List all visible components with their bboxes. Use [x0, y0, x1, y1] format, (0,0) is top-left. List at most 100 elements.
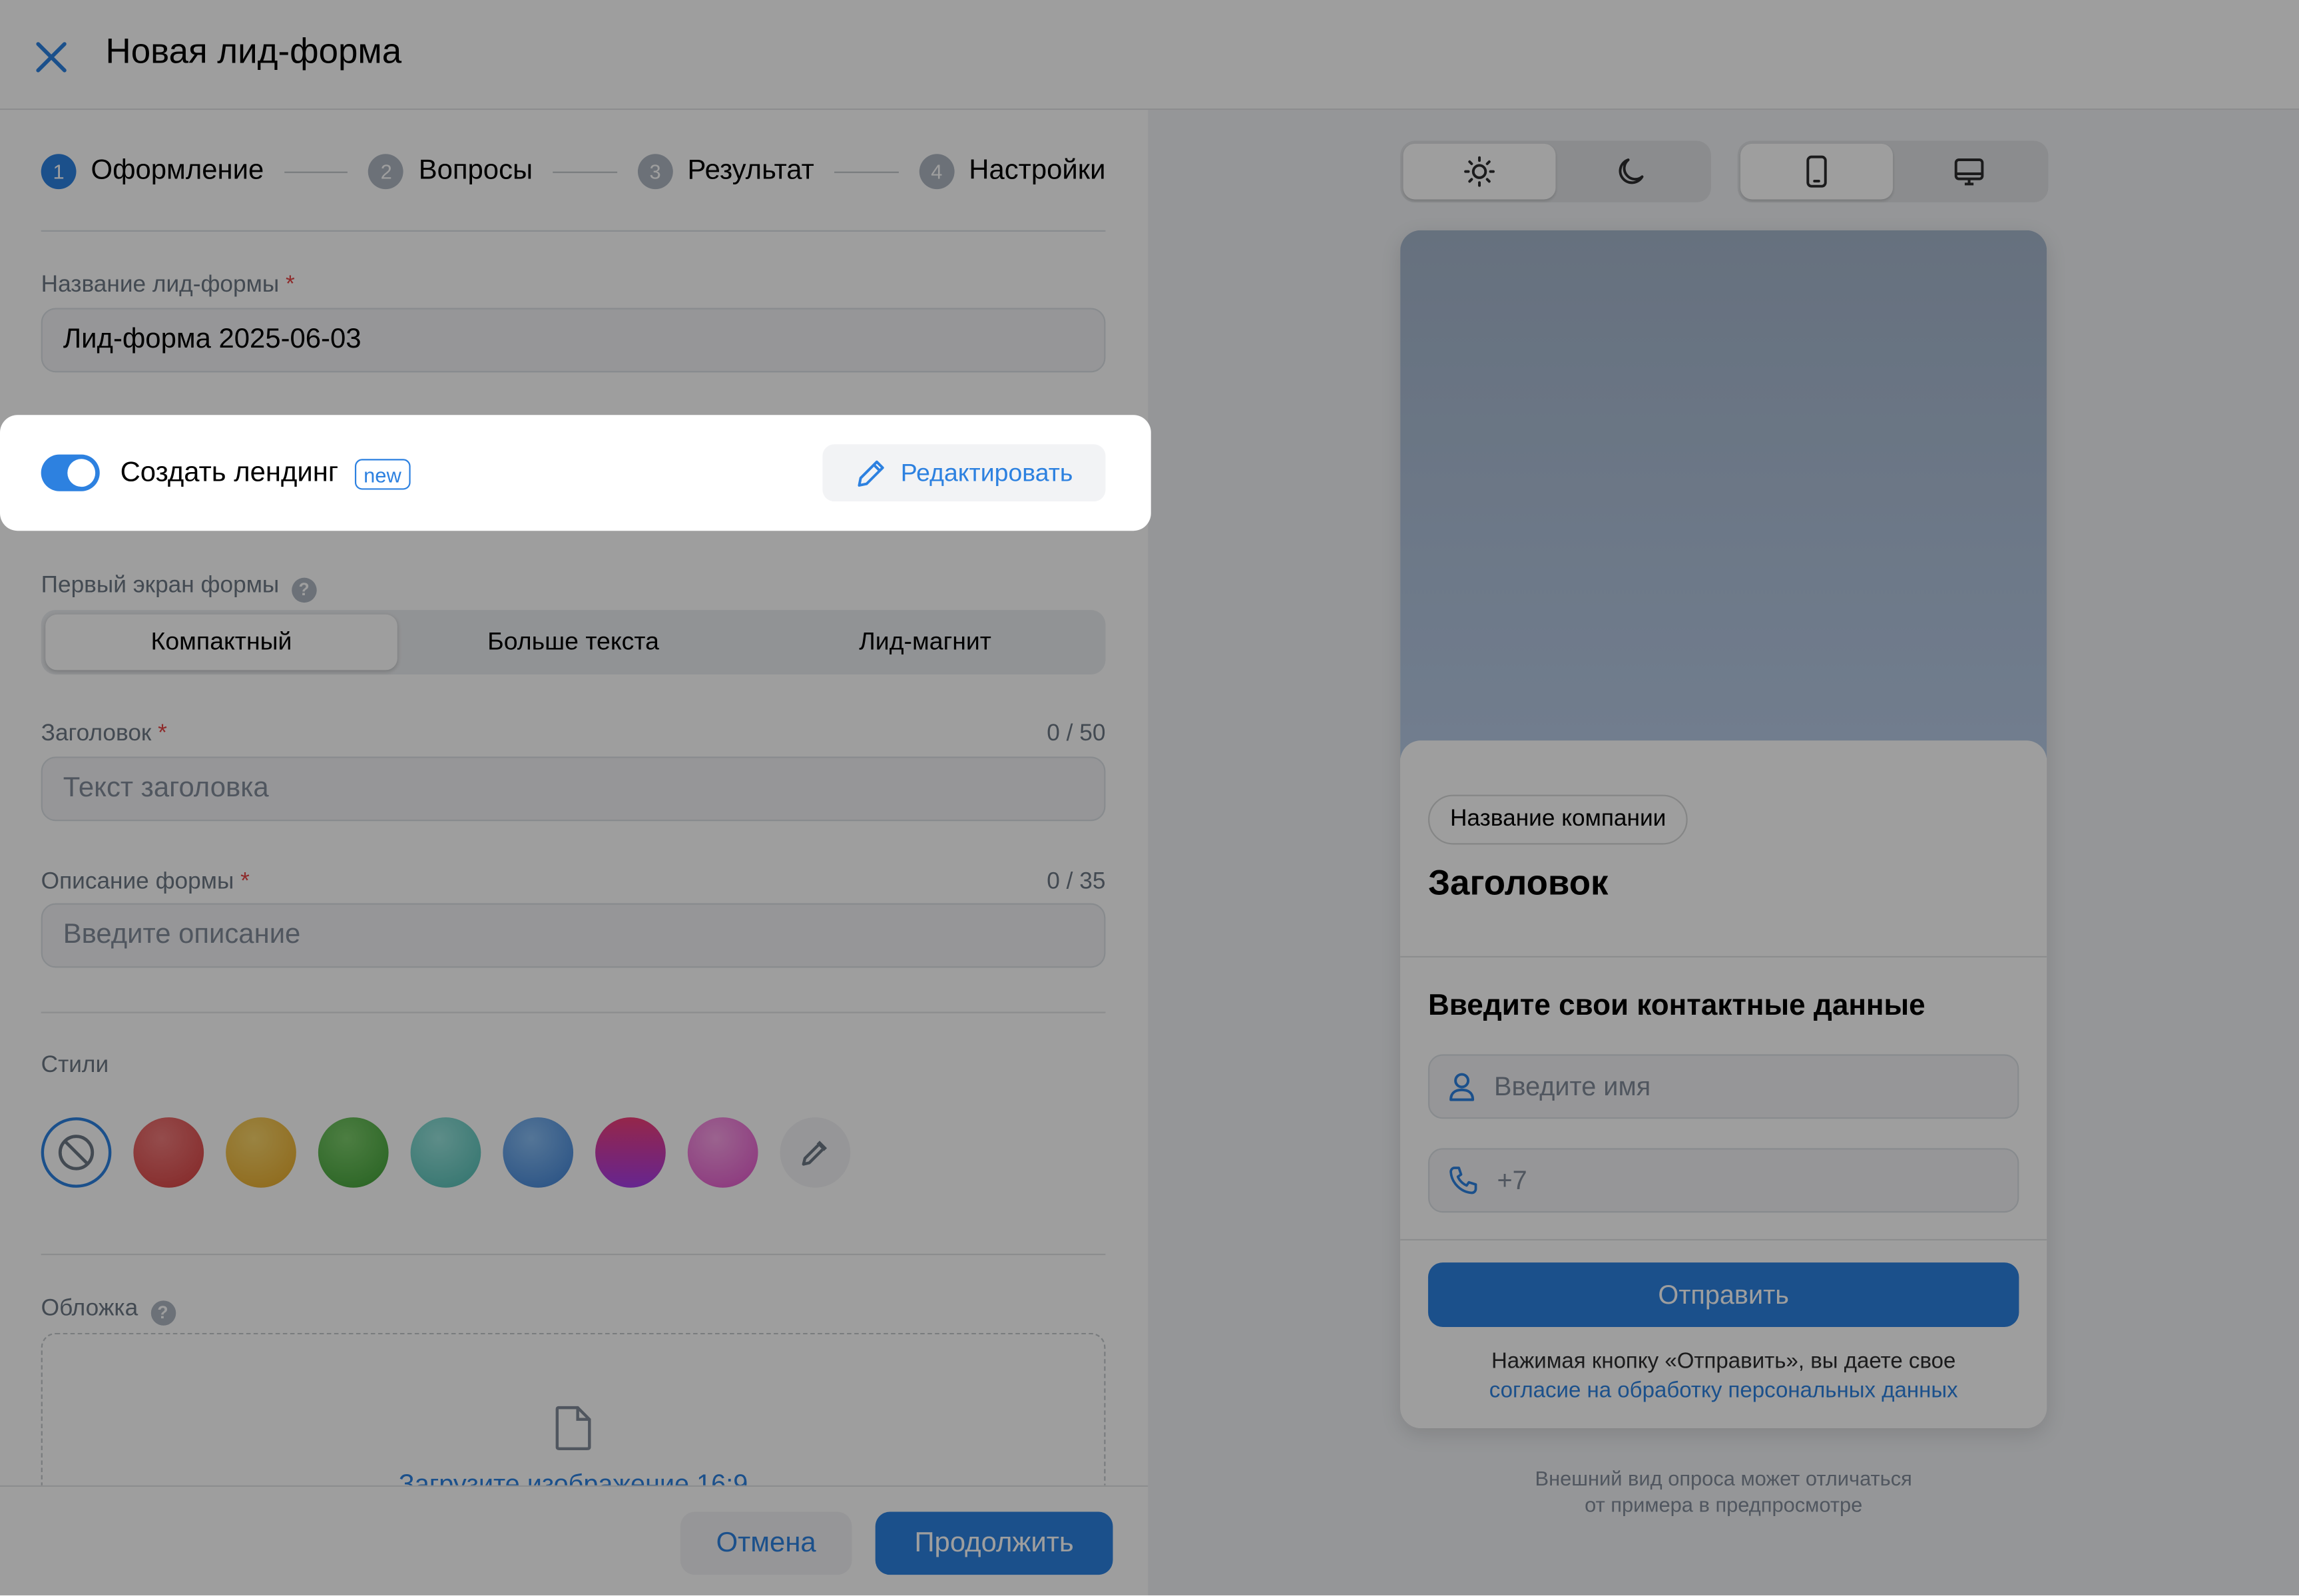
user-icon — [1449, 1073, 1475, 1101]
landing-toggle[interactable] — [41, 454, 100, 491]
option-lead-magnet[interactable]: Лид-магнит — [749, 615, 1101, 670]
moon-icon — [1619, 158, 1644, 184]
label-text: Обложка — [41, 1296, 138, 1322]
label-text: Описание формы — [41, 869, 234, 895]
swatch-pink[interactable] — [687, 1117, 758, 1188]
styles-label: Стили — [41, 1053, 109, 1078]
help-icon[interactable]: ? — [291, 577, 317, 603]
swatch-teal[interactable] — [410, 1117, 481, 1188]
theme-switch — [1400, 140, 1711, 202]
form-panel: 1 Оформление 2 Вопросы 3 Результат 4 Нас… — [0, 110, 1149, 1595]
cover-label: Обложка ? — [41, 1296, 176, 1326]
swatch-green[interactable] — [318, 1117, 389, 1188]
heading-input[interactable]: Текст заголовка — [41, 756, 1106, 822]
help-icon[interactable]: ? — [150, 1300, 176, 1326]
toggle-knob — [67, 459, 96, 487]
note-line: от примера в предпросмотре — [1585, 1492, 1863, 1517]
company-name-chip: Название компании — [1427, 794, 1688, 845]
name-field[interactable]: Введите имя — [1427, 1054, 2019, 1119]
preview-cover — [1400, 230, 2047, 758]
step-connector — [553, 170, 617, 172]
eyedropper-icon — [802, 1141, 828, 1166]
close-icon[interactable] — [32, 38, 70, 76]
step-questions[interactable]: 2 Вопросы — [368, 154, 533, 190]
edit-label: Редактировать — [900, 458, 1073, 487]
preview-title: Заголовок — [1427, 864, 1609, 904]
step-label: Результат — [687, 155, 814, 186]
consent-line: Нажимая кнопку «Отправить», вы даете сво… — [1491, 1349, 1956, 1374]
required-mark: * — [285, 272, 295, 298]
consent-link[interactable]: согласие на обработку персональных данны… — [1428, 1377, 2019, 1406]
desktop-view-button[interactable] — [1893, 144, 2045, 200]
step-settings[interactable]: 4 Настройки — [919, 154, 1105, 190]
stepper: 1 Оформление 2 Вопросы 3 Результат 4 Нас… — [41, 154, 1105, 190]
step-number: 4 — [919, 154, 955, 190]
swatch-yellow[interactable] — [226, 1117, 296, 1188]
step-number: 2 — [368, 154, 404, 190]
required-mark: * — [158, 721, 167, 746]
divider — [41, 1011, 1106, 1013]
continue-button[interactable]: Продолжить — [875, 1511, 1113, 1575]
sun-icon — [1464, 156, 1495, 187]
cancel-button[interactable]: Отмена — [680, 1511, 852, 1575]
desktop-icon — [1954, 158, 1984, 186]
phone-call-icon — [1449, 1167, 1477, 1195]
no-style-icon — [58, 1135, 95, 1171]
option-compact[interactable]: Компактный — [45, 614, 397, 670]
phone-placeholder: +7 — [1497, 1165, 1527, 1195]
swatch-none[interactable] — [41, 1117, 112, 1188]
label-text: Первый экран формы — [41, 573, 280, 599]
file-icon — [555, 1406, 591, 1450]
description-counter: 0 / 35 — [1047, 869, 1106, 895]
contact-title: Введите свои контактные данные — [1427, 989, 1925, 1022]
divider — [41, 230, 1106, 232]
edit-landing-button[interactable]: Редактировать — [822, 444, 1106, 502]
form-name-label: Название лид-формы * — [41, 273, 295, 300]
step-connector — [284, 170, 348, 172]
device-switch — [1737, 140, 2049, 202]
page-title: Новая лид-форма — [105, 32, 402, 72]
consent-text: Нажимая кнопку «Отправить», вы даете сво… — [1428, 1348, 2019, 1406]
name-placeholder: Введите имя — [1494, 1071, 1651, 1101]
landing-toggle-label: Создать лендинг — [120, 457, 339, 489]
custom-color-button[interactable] — [780, 1117, 851, 1188]
form-preview: Название компании Заголовок Введите свои… — [1400, 230, 2047, 1428]
step-number: 3 — [637, 154, 673, 190]
form-name-value: Лид-форма 2025-06-03 — [63, 324, 362, 355]
app-root: Новая лид-форма 1 Оформление 2 Вопросы 3… — [0, 0, 2299, 1595]
light-theme-button[interactable] — [1403, 143, 1556, 200]
header: Новая лид-форма — [0, 0, 2299, 111]
cover-upload[interactable]: Загрузите изображение 16:9 — [41, 1332, 1106, 1509]
new-badge: new — [354, 459, 410, 490]
style-swatches — [41, 1117, 851, 1188]
step-label: Оформление — [91, 155, 264, 186]
step-connector — [834, 170, 899, 172]
pencil-icon — [858, 459, 885, 486]
divider — [1400, 955, 2047, 958]
heading-label: Заголовок * — [41, 721, 167, 748]
description-input[interactable]: Введите описание — [41, 903, 1106, 968]
swatch-red[interactable] — [133, 1117, 204, 1188]
preview-panel: Название компании Заголовок Введите свои… — [1148, 110, 2299, 1595]
first-screen-label: Первый экран формы ? — [41, 573, 317, 603]
option-more-text[interactable]: Больше текста — [397, 615, 750, 670]
divider — [41, 1253, 1106, 1256]
preview-note: Внешний вид опроса может отличаться от п… — [1400, 1465, 2047, 1517]
swatch-magenta[interactable] — [595, 1117, 666, 1188]
dark-theme-button[interactable] — [1556, 144, 1708, 200]
heading-placeholder: Текст заголовка — [63, 772, 269, 804]
step-number: 1 — [41, 154, 77, 190]
footer: Отмена Продолжить — [0, 1485, 1149, 1595]
label-text: Название лид-формы — [41, 272, 280, 298]
description-placeholder: Введите описание — [63, 919, 301, 951]
step-design[interactable]: 1 Оформление — [41, 154, 264, 190]
divider — [1400, 1238, 2047, 1241]
phone-icon — [1806, 155, 1827, 188]
step-result[interactable]: 3 Результат — [637, 154, 814, 190]
submit-button[interactable]: Отправить — [1427, 1262, 2019, 1327]
form-name-input[interactable]: Лид-форма 2025-06-03 — [41, 308, 1106, 373]
mobile-view-button[interactable] — [1740, 143, 1894, 200]
first-screen-selector: Компактный Больше текста Лид-магнит — [41, 610, 1106, 675]
swatch-blue[interactable] — [503, 1117, 574, 1188]
phone-field[interactable]: +7 — [1427, 1148, 2019, 1213]
